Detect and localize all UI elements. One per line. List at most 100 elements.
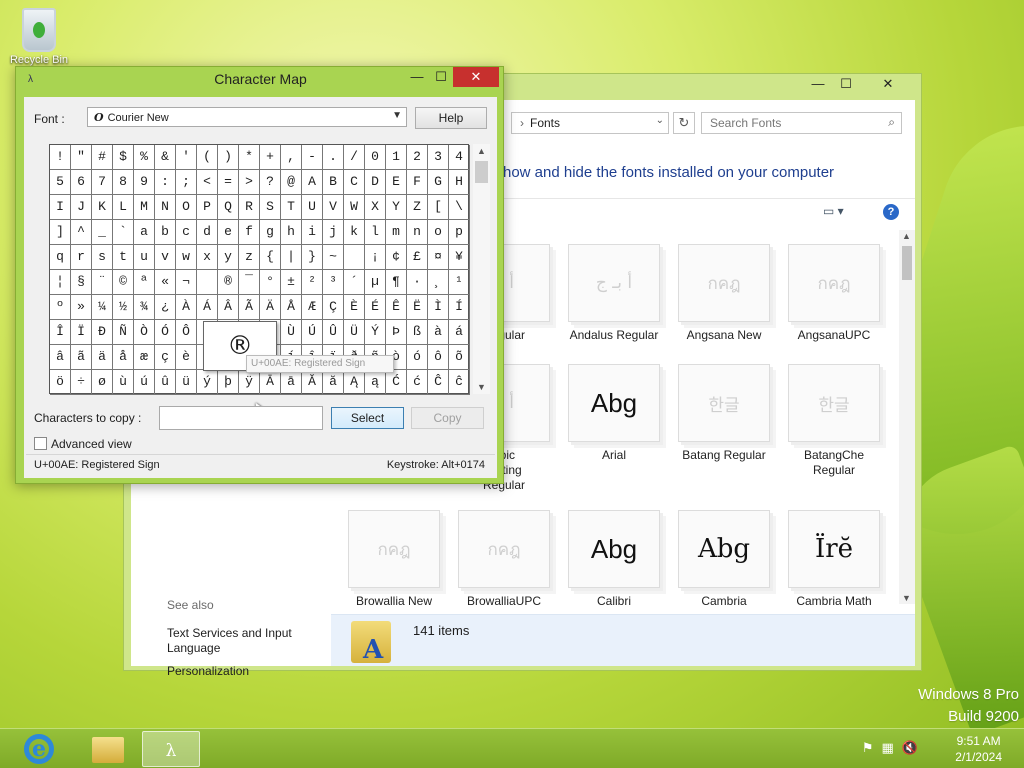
character-cell[interactable]: Z (407, 195, 428, 220)
character-cell[interactable]: ' (176, 145, 197, 170)
character-cell[interactable]: l (365, 220, 386, 245)
character-cell[interactable]: º (50, 295, 71, 320)
character-cell[interactable]: Ă (302, 370, 323, 395)
character-cell[interactable]: # (92, 145, 113, 170)
character-cell[interactable]: { (260, 245, 281, 270)
character-cell[interactable]: ü (176, 370, 197, 395)
character-cell[interactable]: > (239, 170, 260, 195)
scroll-up-icon[interactable]: ▲ (902, 231, 911, 241)
font-tile[interactable]: 한글 BatangChe Regular (784, 364, 884, 478)
character-cell[interactable]: ¬ (176, 270, 197, 295)
volume-muted-icon[interactable]: 🔇 (902, 740, 926, 755)
character-cell[interactable]: © (113, 270, 134, 295)
maximize-button[interactable]: ☐ (430, 69, 452, 89)
character-cell[interactable]: | (281, 245, 302, 270)
character-cell[interactable]: § (71, 270, 92, 295)
font-tile[interactable]: กคฎ AngsanaUPC (784, 244, 884, 343)
character-cell[interactable]: ] (50, 220, 71, 245)
character-cell[interactable]: ¢ (386, 245, 407, 270)
character-cell[interactable]: Ì (428, 295, 449, 320)
character-cell[interactable]: P (197, 195, 218, 220)
character-cell[interactable]: Æ (302, 295, 323, 320)
character-cell[interactable]: q (50, 245, 71, 270)
character-cell[interactable]: h (281, 220, 302, 245)
character-cell[interactable]: < (197, 170, 218, 195)
character-cell[interactable]: " (71, 145, 92, 170)
link-personalization[interactable]: Personalization (167, 664, 307, 679)
scroll-thumb[interactable] (475, 161, 488, 183)
taskbar-charmap-button[interactable]: λ (142, 731, 200, 767)
character-cell[interactable]: s (92, 245, 113, 270)
font-select[interactable]: O Courier New ▼ (87, 107, 407, 127)
character-cell[interactable]: B (323, 170, 344, 195)
character-cell[interactable]: Ý (365, 320, 386, 345)
character-cell[interactable]: * (239, 145, 260, 170)
character-cell[interactable]: ã (71, 345, 92, 370)
character-cell[interactable]: - (302, 145, 323, 170)
character-cell[interactable]: å (113, 345, 134, 370)
character-cell[interactable]: S (260, 195, 281, 220)
font-tile[interactable]: กคฎ Browallia New (344, 510, 444, 609)
character-cell[interactable]: ¸ (428, 270, 449, 295)
character-cell[interactable]: á (449, 320, 470, 345)
character-cell[interactable]: Ê (386, 295, 407, 320)
character-cell[interactable]: ą (365, 370, 386, 395)
character-cell[interactable]: È (344, 295, 365, 320)
character-cell[interactable]: 5 (50, 170, 71, 195)
character-cell[interactable]: ± (281, 270, 302, 295)
character-cell[interactable]: 0 (365, 145, 386, 170)
character-cell[interactable]: ç (155, 345, 176, 370)
link-text-services[interactable]: Text Services and Input Language (167, 626, 307, 656)
character-cell[interactable]: ) (218, 145, 239, 170)
character-cell[interactable]: ù (113, 370, 134, 395)
character-cell[interactable]: : (155, 170, 176, 195)
character-cell[interactable]: F (407, 170, 428, 195)
character-cell[interactable]: ā (281, 370, 302, 395)
character-cell[interactable]: Y (386, 195, 407, 220)
character-cell[interactable]: t (113, 245, 134, 270)
chevron-down-icon[interactable]: ▼ (392, 110, 402, 121)
character-cell[interactable]: Â (218, 295, 239, 320)
character-cell[interactable]: = (218, 170, 239, 195)
character-cell[interactable]: ² (302, 270, 323, 295)
character-cell[interactable]: d (197, 220, 218, 245)
character-cell[interactable]: ® (218, 270, 239, 295)
character-cell[interactable]: Þ (386, 320, 407, 345)
character-cell[interactable]: z (239, 245, 260, 270)
character-cell[interactable]: ¨ (92, 270, 113, 295)
scroll-thumb[interactable] (902, 246, 912, 280)
character-cell[interactable]: _ (92, 220, 113, 245)
character-cell[interactable]: Î (50, 320, 71, 345)
select-button[interactable]: Select (331, 407, 404, 429)
character-cell[interactable]: 1 (386, 145, 407, 170)
character-cell[interactable]: Ç (323, 295, 344, 320)
network-icon[interactable]: ▦ (882, 740, 902, 755)
character-cell[interactable]: Ā (260, 370, 281, 395)
character-cell[interactable]: Ą (344, 370, 365, 395)
character-cell[interactable]: ½ (113, 295, 134, 320)
character-cell[interactable]: Ò (134, 320, 155, 345)
font-tile[interactable]: กคฎ Angsana New (674, 244, 774, 343)
maximize-button[interactable]: ☐ (832, 74, 860, 94)
scroll-up-icon[interactable]: ▲ (477, 146, 486, 156)
characters-to-copy-input[interactable] (159, 406, 323, 430)
character-cell[interactable]: u (134, 245, 155, 270)
character-cell[interactable]: è (176, 345, 197, 370)
character-cell[interactable]: i (302, 220, 323, 245)
character-cell[interactable]: Ć (386, 370, 407, 395)
font-tile[interactable]: Ïrĕ Cambria Math (784, 510, 884, 609)
character-cell[interactable]: T (281, 195, 302, 220)
character-cell[interactable]: à (428, 320, 449, 345)
character-cell[interactable]: Ñ (113, 320, 134, 345)
character-cell[interactable]: \ (449, 195, 470, 220)
character-cell[interactable]: % (134, 145, 155, 170)
recycle-bin-desktop-icon[interactable]: Recycle Bin (8, 8, 70, 66)
character-cell[interactable]: U (302, 195, 323, 220)
character-cell[interactable]: û (155, 370, 176, 395)
character-cell[interactable]: ! (50, 145, 71, 170)
character-cell[interactable]: ` (113, 220, 134, 245)
character-cell[interactable]: 3 (428, 145, 449, 170)
copy-button[interactable]: Copy (411, 407, 484, 429)
font-tile[interactable]: Abg Calibri (564, 510, 664, 609)
character-cell[interactable]: j (323, 220, 344, 245)
